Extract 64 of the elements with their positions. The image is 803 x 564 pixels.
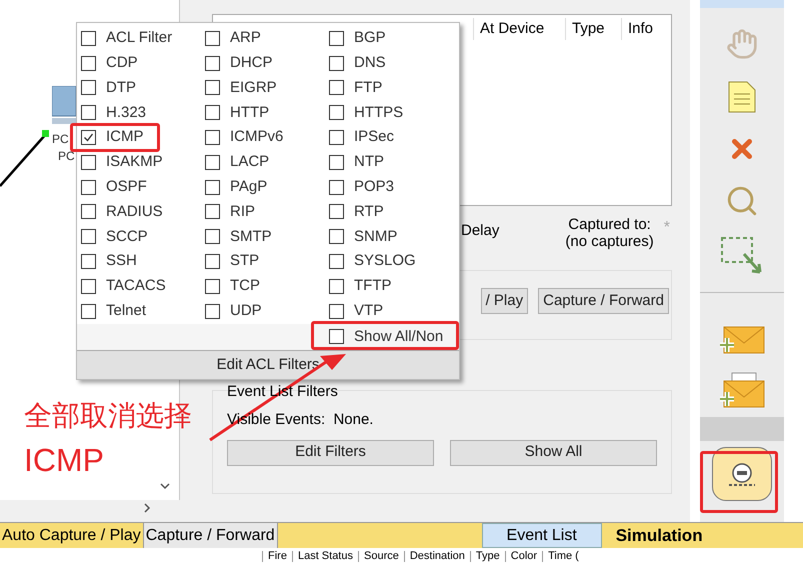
filter-label: UDP	[230, 300, 262, 321]
filter-label: ISAKMP	[106, 152, 163, 172]
filter-label: POP3	[354, 176, 394, 197]
filter-label: RTP	[354, 202, 384, 222]
filter-label: HTTP	[230, 102, 270, 123]
filter-label: IPSec	[354, 127, 394, 148]
captured-value: (no captures)	[565, 233, 654, 250]
edit-acl-filters-button[interactable]: Edit ACL Filters	[77, 350, 459, 379]
column-header: At Device	[473, 18, 565, 40]
column-header: Source	[358, 550, 404, 562]
panel-button[interactable]: / Play	[480, 288, 528, 314]
column-header: Destination	[404, 550, 470, 562]
filter-label: OSPF	[106, 176, 147, 197]
filter-label: FTP	[354, 78, 382, 98]
filter-label: CDP	[106, 52, 138, 73]
column-header: Last Status	[292, 550, 358, 562]
filter-label: EIGRP	[230, 78, 277, 98]
column-header: Time (	[542, 550, 584, 562]
captured-label: Captured to:	[568, 216, 651, 233]
filter-label: SSH	[106, 251, 137, 272]
filter-label: ACL Filter	[106, 28, 172, 48]
filter-label: TACACS	[106, 276, 166, 296]
mode-tab[interactable]: Auto Capture / Play	[0, 523, 144, 548]
filter-label: H.323	[106, 102, 146, 123]
star-mark: *	[664, 218, 670, 238]
filter-label: Show All/Non	[354, 328, 444, 346]
filter-label: TFTP	[354, 276, 392, 296]
filter-label: NTP	[354, 152, 384, 172]
device-label: PC	[58, 150, 75, 162]
filter-label: ARP	[230, 28, 261, 48]
filter-label: LACP	[230, 152, 270, 172]
filter-label: SYSLOG	[354, 251, 416, 272]
panel-button[interactable]: Capture / Forward	[538, 288, 669, 314]
filter-label: RIP	[230, 202, 256, 222]
event-list-tab[interactable]: Event List	[482, 523, 602, 548]
filter-label: PAgP	[230, 176, 268, 197]
filter-label: BGP	[354, 28, 386, 48]
column-header: Color	[504, 550, 542, 562]
panel-button[interactable]: Edit Filters	[227, 440, 434, 466]
annotation-text: 全部取消选择	[24, 399, 192, 433]
filter-label: Telnet	[106, 300, 146, 321]
filter-label: TCP	[230, 276, 260, 296]
filter-label: SMTP	[230, 226, 272, 247]
filter-label: VTP	[354, 300, 384, 321]
delay-label: Delay	[461, 221, 500, 241]
filter-label: ICMPv6	[230, 127, 284, 148]
device-label: PC	[52, 133, 69, 145]
column-header: Fire	[262, 550, 292, 562]
filter-label: DNS	[354, 52, 386, 73]
column-header: Type	[565, 18, 621, 40]
column-header: Type	[470, 550, 505, 562]
filter-label: DHCP	[230, 52, 273, 73]
filter-label: RADIUS	[106, 202, 163, 222]
filter-label: ICMP	[106, 127, 144, 148]
filter-label: DTP	[106, 78, 136, 98]
filter-label: SCCP	[106, 226, 148, 247]
filter-label: HTTPS	[354, 102, 404, 123]
annotation-text: ICMP	[24, 441, 105, 480]
mode-label: Simulation	[616, 524, 703, 547]
filter-label: STP	[230, 251, 260, 272]
filter-label: SNMP	[354, 226, 398, 247]
panel-button[interactable]: Show All	[450, 440, 657, 466]
column-header: Info	[621, 18, 671, 40]
mode-tab[interactable]: Capture / Forward	[144, 523, 278, 548]
